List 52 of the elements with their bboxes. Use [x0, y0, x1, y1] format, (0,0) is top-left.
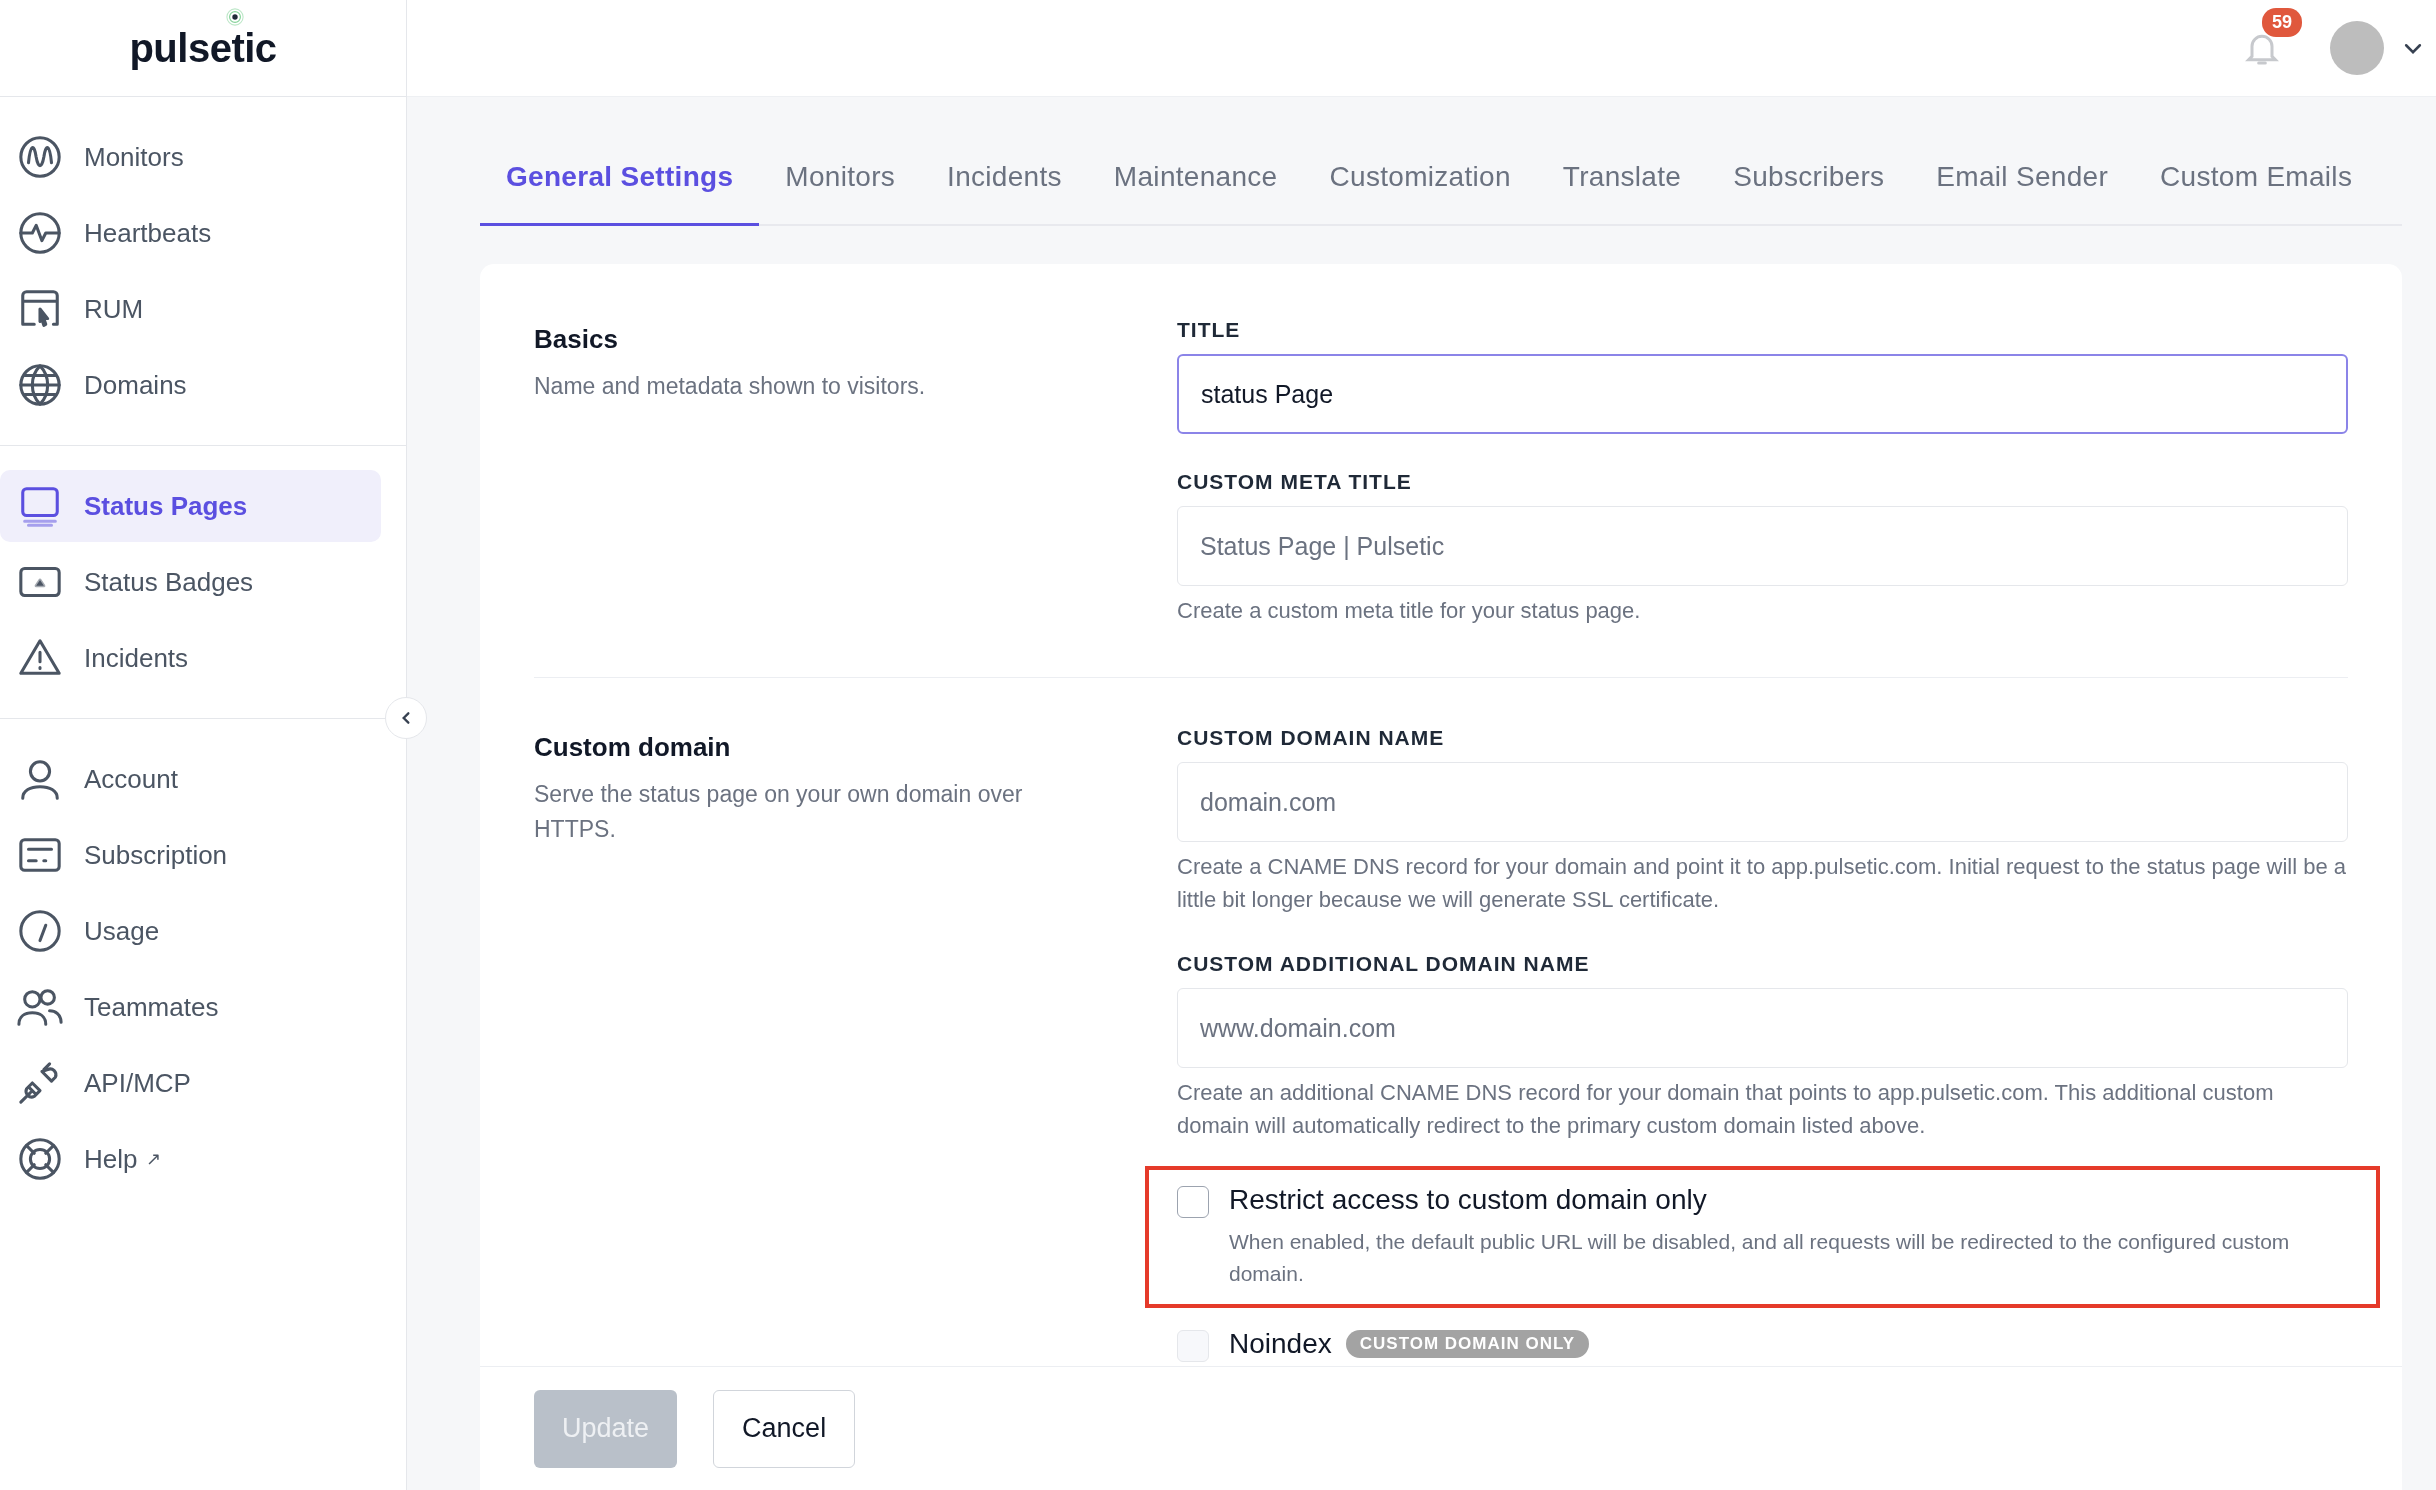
field-label: CUSTOM META TITLE [1177, 470, 1413, 494]
avatar[interactable] [2330, 21, 2384, 75]
signal-icon [226, 8, 244, 26]
checkbox[interactable] [1177, 1186, 1209, 1218]
tab[interactable]: Subscribers [1707, 131, 1911, 226]
wave-circle-icon [17, 134, 63, 180]
logo: pulsetic [129, 28, 277, 68]
tab[interactable]: Custom Emails [2134, 131, 2379, 226]
tab[interactable]: General Settings [480, 131, 760, 226]
sidebar-item[interactable]: Usage [0, 895, 381, 967]
help-text: Create a custom meta title for your status page. [1177, 597, 1642, 625]
field-label: TITLE [1177, 318, 1242, 342]
option-tag: CUSTOM DOMAIN ONLY [1345, 1330, 1590, 1358]
input-field[interactable]: Status Page | Pulsetic [1177, 506, 2348, 586]
sidebar-item[interactable]: Incidents [0, 622, 381, 694]
tab[interactable]: Monitors [759, 131, 922, 226]
field-label: CUSTOM DOMAIN NAME [1177, 726, 1446, 750]
sidebar-item[interactable]: Subscription [0, 819, 381, 891]
tab[interactable]: Maintenance [1087, 131, 1304, 226]
cancel-button[interactable]: Cancel [713, 1389, 856, 1468]
field-label: CUSTOM ADDITIONAL DOMAIN NAME [1177, 952, 1591, 976]
sidebar-item[interactable]: Monitors [0, 121, 381, 193]
notification-badge: 59 [2262, 8, 2303, 37]
option-label: Restrict access to custom domain only [1229, 1184, 1707, 1216]
sidebar-item[interactable]: Status Badges [0, 546, 381, 618]
sidebar-item[interactable]: Help ↗ [0, 1123, 381, 1195]
tab[interactable]: Email Sender [1910, 131, 2135, 226]
input-field[interactable]: status Page [1177, 354, 2348, 434]
tab[interactable]: Customization [1303, 131, 1537, 226]
option-label: Noindex [1229, 1328, 1332, 1360]
pulse-icon [17, 210, 63, 256]
option-description: When enabled, the default public URL will be disabled, and all requests will be redirected to the configured custom domain. [1229, 1229, 2291, 1287]
help-text: Create an additional CNAME DNS record for your domain that points to app.pulsetic.com. This additional custom domain will automatically redirect to the primary custom domain listed above. [1177, 1079, 2275, 1140]
tab[interactable]: Incidents [921, 131, 1088, 226]
input-field[interactable]: domain.com [1177, 762, 2348, 842]
sidebar-item[interactable]: RUM [0, 273, 381, 345]
input-field[interactable]: www.domain.com [1177, 988, 2348, 1068]
sidebar-item[interactable]: Domains [0, 349, 381, 421]
sidebar-item[interactable]: Heartbeats [0, 197, 381, 269]
gauge-icon [17, 908, 63, 954]
globe-icon [17, 362, 63, 408]
sidebar-item[interactable]: API/MCP [0, 1047, 381, 1119]
section-title: Basics [534, 324, 619, 355]
sidebar-item[interactable]: Teammates [0, 971, 381, 1043]
section-title: Custom domain [534, 732, 732, 763]
sidebar-item[interactable]: Account [0, 743, 381, 815]
section-description: Serve the status page on your own domain over HTTPS. [534, 780, 1024, 844]
section-description: Name and metadata shown to visitors. [534, 372, 927, 401]
help-text: Create a CNAME DNS record for your domain and point it to app.pulsetic.com. Initial request to the status page will be a little bit longer because we will generate SSL certificate. [1177, 853, 2348, 914]
sidebar-item[interactable]: Status Pages [0, 470, 381, 542]
tab[interactable]: Translate [1536, 131, 1708, 226]
lifebuoy-icon [17, 1136, 63, 1182]
